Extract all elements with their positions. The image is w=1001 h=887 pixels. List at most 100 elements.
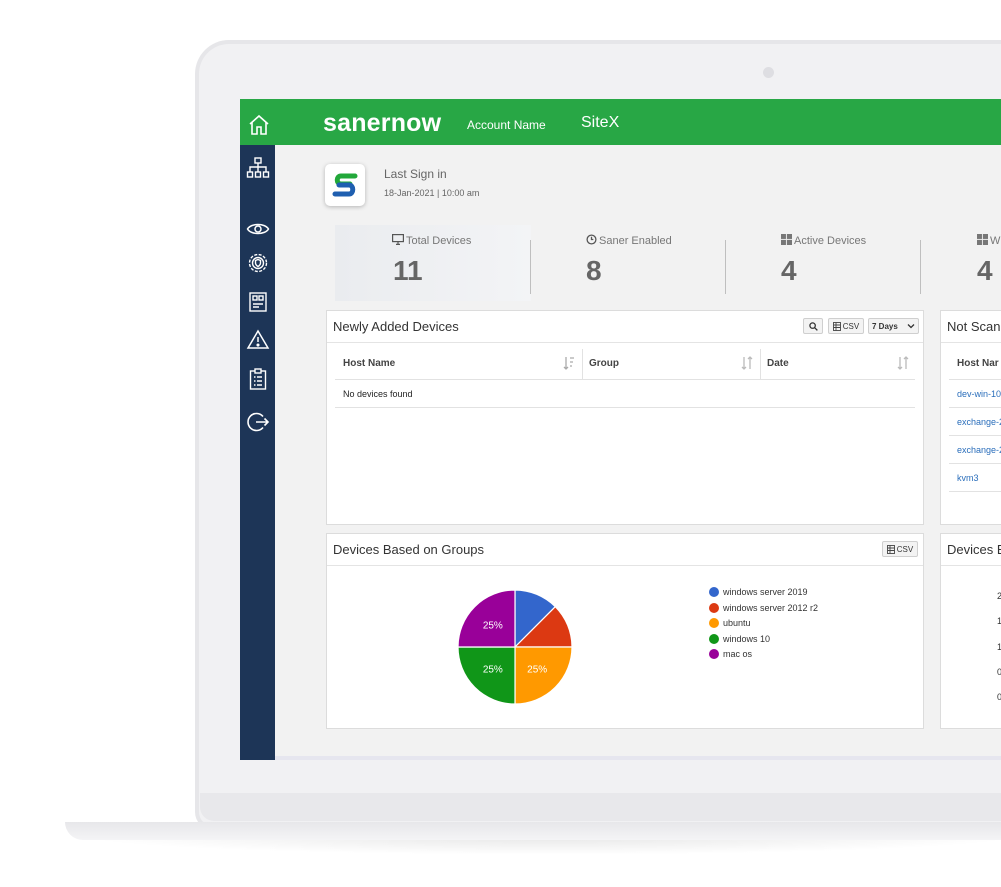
pie-data-label: 25% <box>483 665 503 676</box>
brand-logo[interactable]: sanernow <box>323 109 441 138</box>
groups-pie-chart[interactable]: 25% 25% 25% <box>445 577 585 717</box>
y-axis-tick-label: 2 <box>997 591 1001 601</box>
y-axis-tick-label: 0 <box>997 692 1001 702</box>
panel-title: Not Scan <box>947 319 1001 334</box>
divider <box>760 349 761 379</box>
legend-swatch <box>709 602 719 613</box>
newly-added-devices-panel: Newly Added Devices CSV 7 Days Host Name… <box>326 310 924 525</box>
csv-button[interactable]: CSV <box>828 318 864 334</box>
sort-icon[interactable] <box>563 356 575 370</box>
screen: sanernow Account Name SiteX Last Sign in… <box>240 99 1001 760</box>
stat-active-devices[interactable]: Active Devices 4 <box>726 225 922 301</box>
sidebar-home[interactable] <box>240 99 275 145</box>
host-link[interactable]: dev-win-10 <box>957 389 1001 399</box>
divider <box>949 435 1001 436</box>
column-header-group[interactable]: Group <box>589 358 619 369</box>
stat-value: 4 <box>781 255 797 286</box>
legend-item[interactable]: mac os <box>709 649 752 659</box>
legend-item[interactable]: windows 10 <box>709 633 771 644</box>
sort-icon[interactable] <box>897 356 909 370</box>
stat-total-devices[interactable]: Total Devices 11 <box>335 225 531 301</box>
last-sign-in-label: Last Sign in <box>384 167 447 181</box>
clipboard-list-icon[interactable] <box>246 367 270 391</box>
legend-swatch <box>709 618 719 628</box>
stat-label: Wi <box>990 235 1001 247</box>
sidebar <box>240 99 275 760</box>
windows-icon <box>977 234 988 248</box>
pie-data-label: 25% <box>483 620 503 631</box>
host-link[interactable]: kvm3 <box>957 473 979 483</box>
warning-icon[interactable] <box>246 328 270 352</box>
panel-title: Devices B <box>947 542 1001 557</box>
divider <box>949 491 1001 492</box>
gear-shield-icon[interactable] <box>246 251 270 275</box>
account-label: Account Name <box>467 118 546 132</box>
stat-label: Active Devices <box>794 235 867 247</box>
csv-button[interactable]: CSV <box>882 541 918 557</box>
column-header-date[interactable]: Date <box>767 358 789 369</box>
divider <box>335 407 915 408</box>
laptop-base <box>65 822 1001 840</box>
panel-title: Devices Based on Groups <box>333 542 485 557</box>
csv-label: CSV <box>896 544 914 554</box>
logout-icon[interactable] <box>246 410 270 434</box>
legend-label: windows server 2012 r2 <box>723 602 819 613</box>
column-header-host-name[interactable]: Host Nar <box>957 358 999 369</box>
sort-icon[interactable] <box>741 356 753 370</box>
pie-slice-mac-os[interactable] <box>457 589 516 648</box>
stats-row: Total Devices 11 Saner Enabled 8 Active … <box>335 225 1001 301</box>
monitor-icon <box>392 234 405 248</box>
legend-swatch <box>709 587 719 597</box>
camera-icon <box>763 67 774 78</box>
legend-item[interactable]: ubuntu <box>709 618 751 628</box>
eye-icon[interactable] <box>246 217 270 241</box>
stat-label: Saner Enabled <box>599 235 672 247</box>
chevron-down-icon <box>907 324 915 329</box>
legend-swatch <box>709 649 719 659</box>
divider <box>327 565 923 566</box>
stat-windows-devices[interactable]: Wi 4 <box>921 225 1001 301</box>
home-icon <box>247 113 269 135</box>
host-link[interactable]: exchange-2 <box>957 417 1001 427</box>
account-name[interactable]: SiteX <box>581 114 619 132</box>
spreadsheet-icon <box>886 544 895 554</box>
stat-value: 4 <box>977 255 993 286</box>
legend-label: mac os <box>723 649 753 659</box>
panel-title: Newly Added Devices <box>333 319 459 334</box>
divider <box>949 407 1001 408</box>
y-axis-tick-label: 1 <box>997 642 1001 652</box>
host-link[interactable]: exchange-2 <box>957 445 1001 455</box>
devices-b-panel: Devices B 2 1 1 0 0 <box>940 533 1001 729</box>
y-axis-tick-label: 1 <box>997 616 1001 626</box>
legend-item[interactable]: windows server 2019 <box>709 587 808 597</box>
legend-swatch <box>709 633 719 644</box>
top-bar: sanernow Account Name SiteX <box>275 99 1001 145</box>
chip-icon[interactable] <box>246 290 270 314</box>
spreadsheet-icon <box>832 321 841 331</box>
column-header-host-name[interactable]: Host Name <box>343 358 395 369</box>
legend-item[interactable]: windows server 2012 r2 <box>709 602 819 613</box>
stat-value: 8 <box>586 255 602 286</box>
last-sign-in-time: 18-Jan-2021 | 10:00 am <box>384 188 480 198</box>
devices-by-groups-panel: Devices Based on Groups CSV 25% 25% 25% wi… <box>326 533 924 729</box>
csv-label: CSV <box>842 321 860 331</box>
network-tree-icon[interactable] <box>246 156 270 180</box>
laptop-chin <box>200 793 1001 821</box>
date-range-select[interactable]: 7 Days <box>868 318 919 334</box>
divider <box>949 463 1001 464</box>
legend-label: ubuntu <box>723 618 751 628</box>
search-button[interactable] <box>803 318 823 334</box>
divider <box>327 342 923 343</box>
saner-logo-icon <box>325 164 365 206</box>
empty-message: No devices found <box>343 389 413 399</box>
legend-label: windows server 2019 <box>723 587 808 597</box>
legend-label: windows 10 <box>723 633 771 644</box>
footer-strip <box>275 756 1001 760</box>
stat-saner-enabled[interactable]: Saner Enabled 8 <box>531 225 727 301</box>
not-scanned-panel: Not Scan Host Nar dev-win-10 exchange-2 … <box>940 310 1001 525</box>
y-axis-tick-label: 0 <box>997 667 1001 677</box>
search-icon <box>808 321 818 331</box>
divider <box>941 565 1001 566</box>
date-range-value: 7 Days <box>872 321 898 331</box>
stat-label: Total Devices <box>406 235 472 247</box>
